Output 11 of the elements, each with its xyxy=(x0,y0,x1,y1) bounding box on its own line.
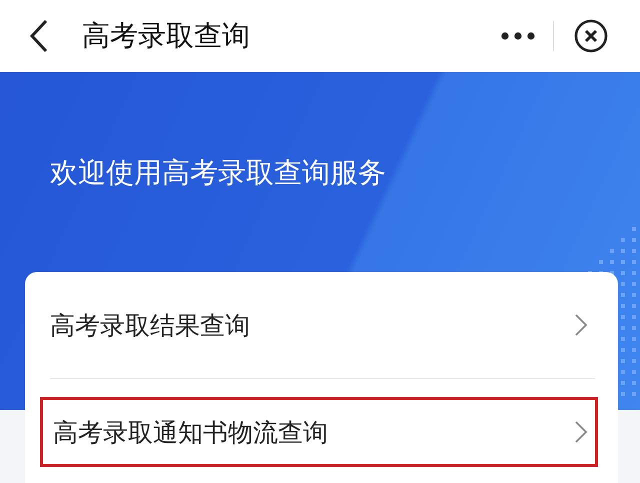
chevron-right-icon xyxy=(574,420,588,444)
menu-item[interactable]: 高考录取结果查询 xyxy=(25,272,618,378)
chevron-right-icon xyxy=(574,313,588,337)
menu-item-label: 高考录取通知书物流查询 xyxy=(53,416,329,448)
close-icon[interactable] xyxy=(574,19,608,53)
menu-item[interactable]: 高考录取通知书物流查询 xyxy=(40,397,598,467)
back-icon[interactable] xyxy=(28,18,50,54)
banner-title: 欢迎使用高考录取查询服务 xyxy=(50,156,387,190)
page-title: 高考录取查询 xyxy=(82,18,251,54)
menu-item-label: 高考录取结果查询 xyxy=(50,310,251,342)
more-icon[interactable] xyxy=(501,32,535,40)
